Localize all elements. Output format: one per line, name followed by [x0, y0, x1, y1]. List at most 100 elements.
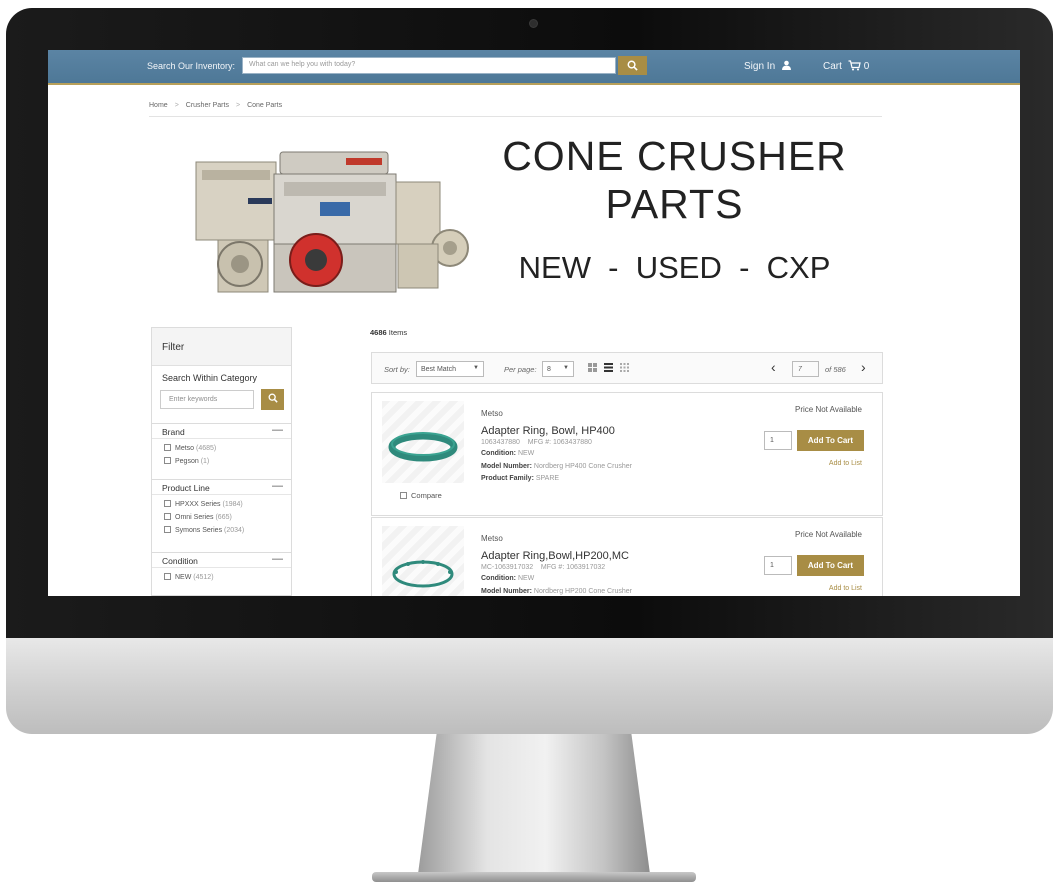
- condition-label: Condition:: [481, 450, 516, 457]
- collapse-icon[interactable]: —: [272, 480, 283, 492]
- keyword-search-button[interactable]: [261, 389, 284, 410]
- filter-section-title: Brand: [162, 427, 185, 437]
- hero-title: CONE CRUSHER PARTS: [468, 132, 881, 228]
- filter-option-label: Pegson: [175, 458, 199, 465]
- compare-label: Compare: [411, 491, 442, 500]
- filter-option[interactable]: Symons Series (2034): [164, 526, 291, 534]
- quantity-input[interactable]: 1: [764, 556, 792, 575]
- product-brand: Metso: [481, 409, 503, 418]
- adapter-ring-image: [392, 560, 454, 588]
- sign-in-label: Sign In: [744, 61, 776, 72]
- chevron-down-icon: ▼: [473, 365, 479, 371]
- filter-option[interactable]: HPXXX Series (1984): [164, 500, 291, 508]
- product-condition: Condition: NEW: [481, 575, 534, 582]
- filter-section-header[interactable]: Condition —: [152, 552, 291, 568]
- filter-option-label: Metso: [175, 445, 195, 452]
- sort-value: Best Match: [421, 366, 457, 373]
- filter-option-count: (4685): [196, 445, 217, 452]
- checkbox[interactable]: [164, 457, 171, 464]
- grid-view-icon[interactable]: [588, 363, 597, 372]
- filter-option-count: (1): [200, 458, 210, 465]
- checkbox[interactable]: [164, 573, 171, 580]
- filter-section-header[interactable]: Brand —: [152, 423, 291, 439]
- product-card: Compare Metso Adapter Ring, Bowl, HP400 …: [371, 392, 883, 516]
- breadcrumb-separator: >: [174, 102, 179, 109]
- keyword-input[interactable]: Enter keywords: [160, 390, 254, 409]
- product-image[interactable]: [382, 526, 464, 596]
- checkbox[interactable]: [164, 526, 171, 533]
- search-within-label: Search Within Category: [162, 373, 258, 383]
- filter-panel: Filter Search Within Category Enter keyw…: [151, 327, 292, 596]
- filter-option[interactable]: Omni Series (665): [164, 513, 291, 521]
- breadcrumb-separator: >: [235, 102, 241, 109]
- collapse-icon[interactable]: —: [272, 553, 283, 565]
- hero-title-line2: PARTS: [605, 181, 744, 227]
- add-to-list-link[interactable]: Add to List: [829, 460, 862, 467]
- add-to-list-link[interactable]: Add to List: [829, 585, 862, 592]
- filter-option-label: Omni Series: [175, 514, 214, 521]
- condition-value: NEW: [517, 575, 535, 582]
- monitor-stand-base: [372, 872, 696, 882]
- quantity-input[interactable]: 1: [764, 431, 792, 450]
- cart-link[interactable]: Cart 0: [823, 60, 869, 72]
- per-page-select[interactable]: 8 ▼: [542, 361, 574, 377]
- checkbox[interactable]: [164, 513, 171, 520]
- product-name[interactable]: Adapter Ring, Bowl, HP400: [481, 425, 615, 437]
- hero-title-line1: CONE CRUSHER: [502, 133, 847, 179]
- filter-option[interactable]: Metso (4685): [164, 444, 291, 452]
- filter-option-label: HPXXX Series: [175, 501, 221, 508]
- list-view-icon[interactable]: [604, 363, 613, 372]
- add-to-cart-button[interactable]: Add To Cart: [797, 555, 864, 576]
- family-value: SPARE: [535, 475, 560, 482]
- results-count-suffix: Items: [388, 328, 408, 337]
- filter-title: Filter: [152, 328, 291, 366]
- filter-option-label: Symons Series: [175, 527, 223, 534]
- compact-view-icon[interactable]: [620, 363, 629, 372]
- sort-bar: Sort by: Best Match ▼ Per page: 8 ▼ ‹ 7 of…: [371, 352, 883, 384]
- breadcrumb-cone-parts: Cone Parts: [247, 102, 283, 109]
- search-button[interactable]: [618, 56, 647, 75]
- monitor-chin: [6, 638, 1053, 734]
- filter-section-brand: Brand — Metso (4685) Pegson (1): [152, 423, 291, 465]
- collapse-icon[interactable]: —: [272, 424, 283, 436]
- divider: [149, 116, 882, 117]
- product-ids: MC-1063917032 MFG #: 1063917032: [481, 564, 606, 571]
- screen: Search Our Inventory: What can we help y…: [48, 50, 1020, 596]
- filter-option-label: NEW: [175, 574, 192, 581]
- filter-option[interactable]: NEW (4512): [164, 573, 291, 581]
- product-image[interactable]: [382, 401, 464, 483]
- condition-value: NEW: [517, 450, 535, 457]
- product-model: Model Number: Nordberg HP200 Cone Crushe…: [481, 588, 632, 595]
- product-condition: Condition: NEW: [481, 450, 534, 457]
- search-icon: [627, 60, 638, 71]
- model-label: Model Number:: [481, 588, 532, 595]
- results-count-number: 4686: [370, 328, 387, 337]
- add-to-cart-button[interactable]: Add To Cart: [797, 430, 864, 451]
- checkbox[interactable]: [164, 444, 171, 451]
- filter-option[interactable]: Pegson (1): [164, 457, 291, 465]
- page-number-input[interactable]: 7: [792, 361, 819, 377]
- filter-option-count: (4512): [193, 574, 214, 581]
- filter-section-header[interactable]: Product Line —: [152, 479, 291, 495]
- product-family: Product Family: SPARE: [481, 475, 559, 482]
- checkbox[interactable]: [164, 500, 171, 507]
- search-input[interactable]: What can we help you with today?: [242, 57, 616, 74]
- product-name[interactable]: Adapter Ring,Bowl,HP200,MC: [481, 550, 629, 562]
- checkbox[interactable]: [400, 492, 407, 499]
- filter-section-condition: Condition — NEW (4512): [152, 552, 291, 581]
- sort-select[interactable]: Best Match ▼: [416, 361, 484, 377]
- chevron-right-icon[interactable]: ›: [861, 359, 866, 375]
- breadcrumb-home[interactable]: Home: [149, 102, 168, 109]
- sort-label: Sort by:: [384, 365, 410, 374]
- model-value: Nordberg HP200 Cone Crusher: [533, 588, 632, 595]
- filter-option-count: (2034): [224, 527, 245, 534]
- chevron-left-icon[interactable]: ‹: [771, 359, 776, 375]
- per-page-value: 8: [547, 366, 551, 373]
- condition-label: Condition:: [481, 575, 516, 582]
- product-model: Model Number: Nordberg HP400 Cone Crushe…: [481, 463, 632, 470]
- camera-icon: [529, 19, 538, 28]
- sign-in-link[interactable]: Sign In: [744, 60, 792, 72]
- compare-checkbox[interactable]: Compare: [400, 491, 442, 500]
- breadcrumb-crusher-parts[interactable]: Crusher Parts: [186, 102, 229, 109]
- product-price: Price Not Available: [795, 405, 862, 414]
